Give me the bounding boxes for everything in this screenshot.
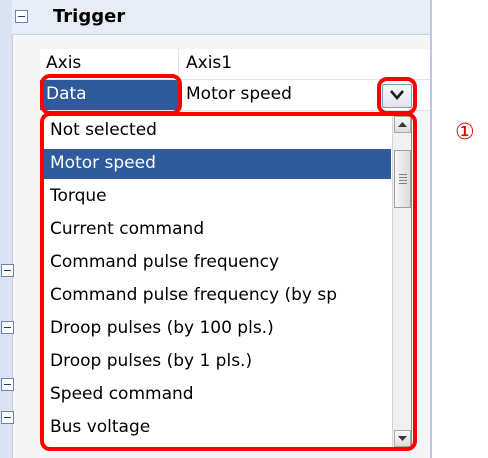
scrollbar[interactable] — [392, 116, 411, 447]
dropdown-button[interactable] — [382, 84, 412, 108]
property-value-data[interactable]: Motor speed — [186, 84, 292, 104]
dropdown-option[interactable]: Droop pulses (by 1 pls.) — [43, 347, 391, 377]
scroll-thumb[interactable] — [394, 150, 411, 208]
property-label-axis: Axis — [46, 53, 82, 73]
category-trigger[interactable]: Trigger — [12, 0, 430, 35]
chevron-down-icon — [390, 90, 404, 100]
callout-marker: ① — [455, 120, 475, 145]
scroll-up-icon — [398, 122, 407, 127]
scroll-down-icon — [398, 436, 407, 441]
dropdown-option[interactable]: Command pulse frequency (by sp — [43, 281, 391, 311]
dropdown-option[interactable]: Speed command — [43, 380, 391, 410]
property-row-axis[interactable]: Axis Axis1 — [40, 49, 430, 80]
scroll-up-button[interactable] — [394, 116, 411, 133]
property-label-data: Data — [46, 84, 87, 104]
collapse-category-icon[interactable] — [1, 264, 14, 277]
dropdown-option[interactable]: Torque — [43, 182, 391, 212]
property-value-axis[interactable]: Axis1 — [186, 53, 232, 73]
dropdown-list[interactable]: Not selected Motor speed Torque Current … — [42, 115, 412, 448]
collapse-category-icon[interactable] — [1, 378, 14, 391]
dropdown-option[interactable]: Droop pulses (by 100 pls.) — [43, 314, 391, 344]
collapse-category-icon[interactable] — [1, 411, 14, 424]
dropdown-option[interactable]: Bus voltage — [43, 413, 391, 443]
collapse-category-icon[interactable] — [1, 321, 14, 334]
dropdown-option[interactable]: Command pulse frequency — [43, 248, 391, 278]
collapse-trigger-icon[interactable] — [15, 10, 28, 23]
property-grid-edge — [430, 0, 432, 458]
scroll-down-button[interactable] — [394, 430, 411, 447]
dropdown-option[interactable]: Current command — [43, 215, 391, 245]
dropdown-option-selected[interactable]: Motor speed — [43, 149, 391, 179]
property-row-data[interactable]: Data Motor speed — [40, 80, 430, 111]
dropdown-option[interactable]: Not selected — [43, 116, 391, 146]
category-title: Trigger — [53, 6, 126, 27]
